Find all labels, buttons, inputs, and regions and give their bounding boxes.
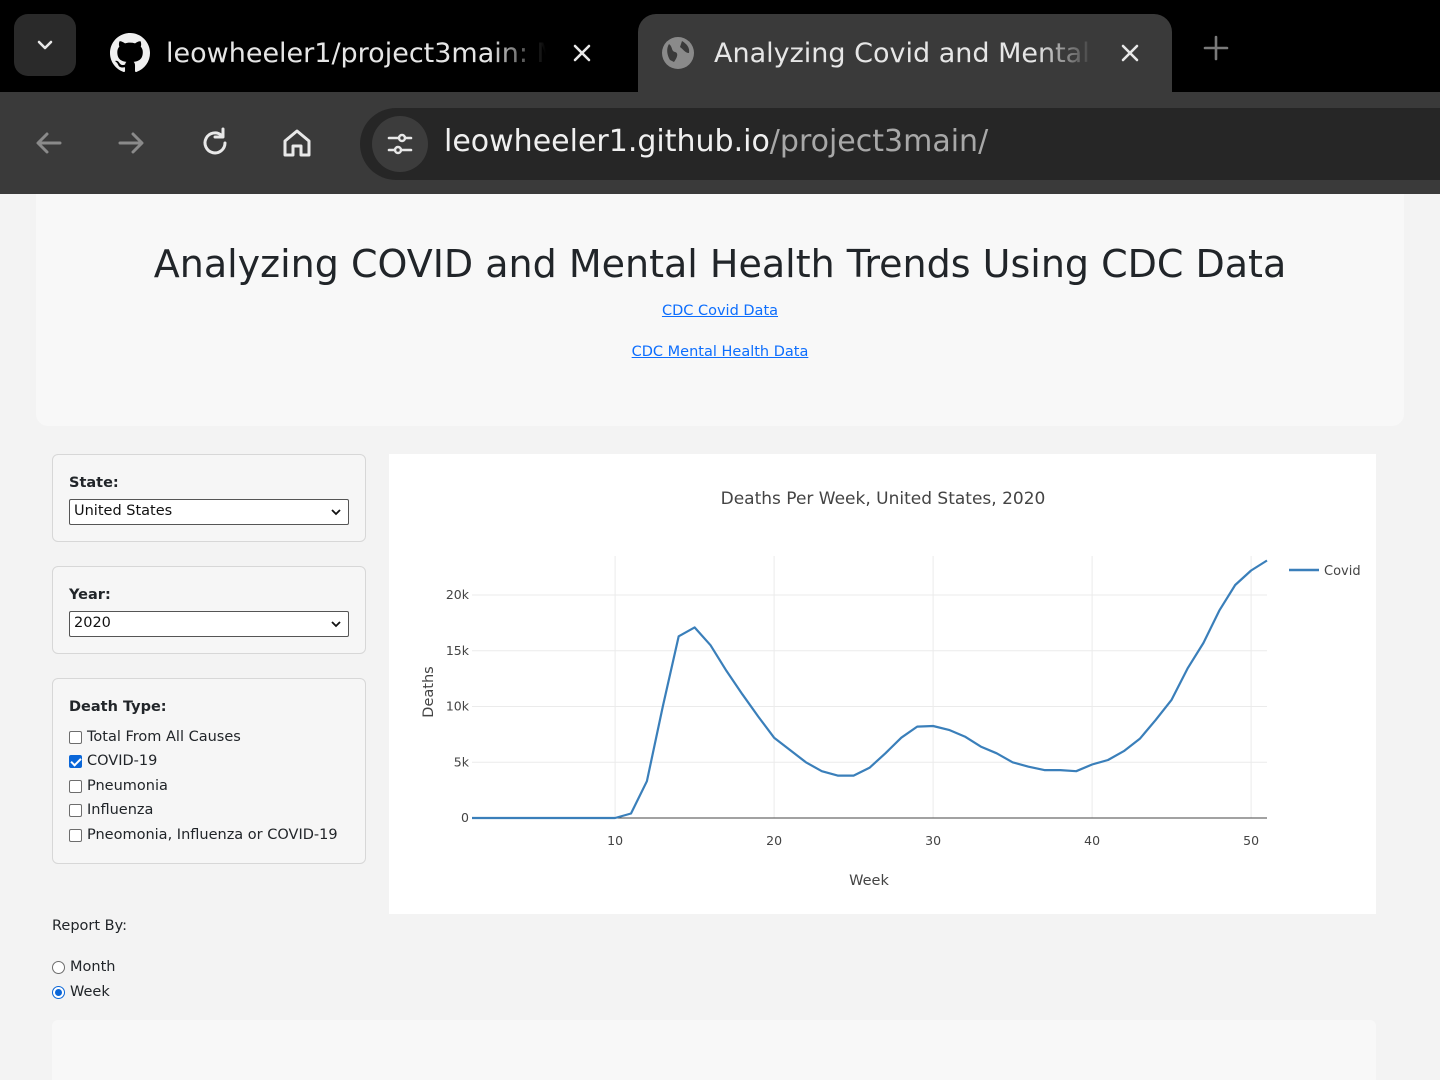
checkbox[interactable] (69, 754, 82, 768)
x-tick-label: 20 (766, 833, 782, 848)
checkbox[interactable] (69, 779, 82, 793)
url-host: leowheeler1.github.io (444, 124, 770, 159)
arrow-right-icon (118, 132, 144, 154)
tab-search-button[interactable] (14, 14, 76, 76)
radio-button[interactable] (52, 960, 65, 974)
x-tick-label: 40 (1084, 833, 1100, 848)
url-text: leowheeler1.github.io/project3main/ (444, 124, 988, 159)
legend-label: Covid (1324, 564, 1361, 579)
y-axis-label: Deaths (421, 666, 437, 717)
x-tick-label: 50 (1243, 833, 1259, 848)
close-icon[interactable] (562, 33, 602, 73)
death-type-option-total[interactable]: Total From All Causes (69, 726, 241, 748)
option-label: Influenza (87, 802, 154, 818)
cdc-covid-data-link[interactable]: CDC Covid Data (36, 303, 1404, 319)
site-info-button[interactable] (372, 116, 428, 172)
year-label: Year: (69, 587, 111, 603)
option-label: Pneomonia, Influenza or COVID-19 (87, 827, 338, 843)
chart-series (472, 559, 1268, 820)
chart-ticks: 10 20 30 40 50 0 5k 10k 15k 20k (446, 587, 1259, 848)
chart-card: Deaths Per Week, United States, 2020 10 2… (389, 454, 1376, 914)
browser-tab-strip: leowheeler1/project3main: Mat Analyzing … (0, 0, 1440, 92)
series-line-covid (472, 559, 1268, 820)
page-title: Analyzing COVID and Mental Health Trends… (153, 242, 1287, 286)
back-button[interactable] (22, 116, 76, 170)
y-tick-label: 20k (446, 587, 470, 602)
tab-title: Analyzing Covid and Mental He (714, 37, 1094, 69)
death-type-option-pneumonia[interactable]: Pneumonia (69, 775, 168, 797)
tab-analyzing-covid[interactable]: Analyzing Covid and Mental He (638, 14, 1172, 92)
chevron-down-icon (37, 40, 53, 50)
header-card: Analyzing COVID and Mental Health Trends… (36, 194, 1404, 426)
option-label: Total From All Causes (87, 729, 241, 745)
new-tab-button[interactable] (1194, 26, 1238, 70)
year-select[interactable]: 2020 (69, 611, 349, 637)
x-tick-label: 30 (925, 833, 941, 848)
state-select[interactable]: United States (69, 499, 349, 525)
address-bar[interactable]: leowheeler1.github.io/project3main/ (360, 108, 1440, 180)
report-by-label: Report By: (52, 918, 128, 934)
chart-grid (472, 556, 1267, 819)
cdc-mental-health-data-link[interactable]: CDC Mental Health Data (36, 344, 1404, 360)
x-axis-label: Week (849, 873, 889, 889)
report-by-week[interactable]: Week (52, 981, 110, 1003)
state-card: State: United States (52, 454, 366, 542)
reload-button[interactable] (188, 116, 242, 170)
option-label: Month (70, 959, 116, 975)
plus-icon (1203, 35, 1229, 61)
y-tick-label: 10k (446, 699, 470, 714)
browser-toolbar: leowheeler1.github.io/project3main/ (0, 92, 1440, 194)
checkbox[interactable] (69, 828, 82, 842)
state-select-value: United States (74, 503, 173, 519)
option-label: COVID-19 (87, 753, 158, 769)
reload-icon (203, 127, 227, 155)
globe-icon (656, 31, 700, 75)
page-content: Analyzing COVID and Mental Health Trends… (0, 194, 1440, 1080)
death-type-option-influenza[interactable]: Influenza (69, 799, 153, 821)
option-label: Pneumonia (87, 778, 168, 794)
death-type-option-combined[interactable]: Pneomonia, Influenza or COVID-19 (69, 824, 338, 846)
year-card: Year: 2020 (52, 566, 366, 654)
y-tick-label: 0 (461, 810, 469, 825)
chart-title: Deaths Per Week, United States, 2020 (721, 489, 1046, 509)
close-icon[interactable] (1110, 33, 1150, 73)
chevron-down-icon (331, 509, 341, 516)
radio-button[interactable] (52, 985, 65, 999)
tab-github[interactable]: leowheeler1/project3main: Mat (90, 14, 630, 92)
home-icon (283, 129, 311, 157)
tab-title: leowheeler1/project3main: Mat (166, 37, 546, 69)
y-tick-label: 5k (454, 754, 470, 769)
chevron-down-icon (331, 621, 341, 628)
bottom-card (52, 1020, 1376, 1080)
github-icon (108, 31, 152, 75)
death-type-label: Death Type: (69, 699, 167, 715)
report-by-month[interactable]: Month (52, 956, 115, 978)
home-button[interactable] (270, 116, 324, 170)
death-type-card: Death Type: Total From All Causes COVID-… (52, 678, 366, 864)
forward-button[interactable] (104, 116, 158, 170)
y-tick-label: 15k (446, 643, 470, 658)
x-tick-label: 10 (607, 833, 623, 848)
option-label: Week (70, 984, 110, 1000)
tune-icon (387, 133, 413, 155)
state-label: State: (69, 475, 119, 491)
arrow-left-icon (36, 132, 62, 154)
checkbox[interactable] (69, 730, 82, 744)
deaths-line-chart[interactable]: Deaths Per Week, United States, 2020 10 2… (389, 454, 1376, 914)
checkbox[interactable] (69, 803, 82, 817)
chart-legend[interactable]: Covid (1289, 564, 1361, 579)
death-type-option-covid[interactable]: COVID-19 (69, 750, 157, 772)
year-select-value: 2020 (74, 615, 111, 631)
url-path: /project3main/ (769, 124, 989, 159)
